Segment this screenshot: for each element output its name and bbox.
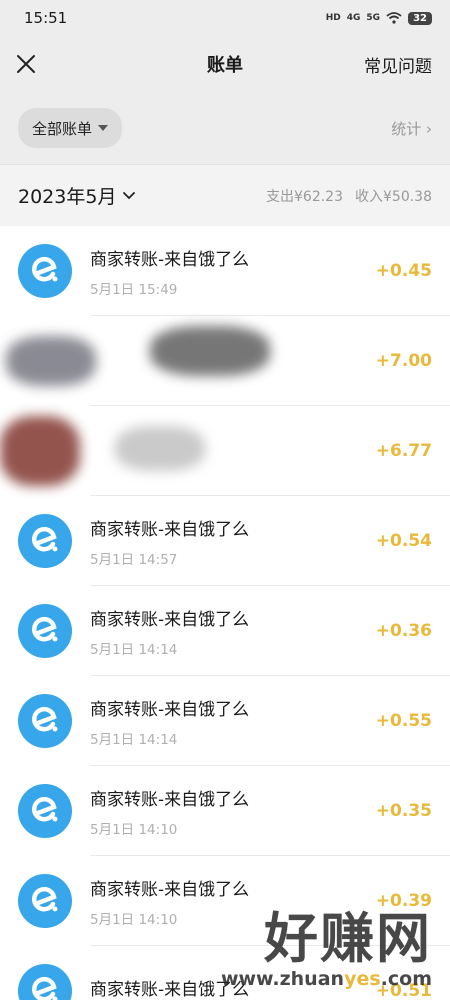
- transaction-amount: +0.35: [375, 801, 432, 821]
- month-bar: 2023年5月 支出¥62.23 收入¥50.38: [0, 164, 450, 226]
- transaction-amount: +0.45: [375, 261, 432, 281]
- redaction-scribble: [6, 336, 96, 386]
- transaction-row[interactable]: 商家转账-来自饿了么 5月1日 15:49 +0.45: [0, 226, 450, 316]
- transaction-row[interactable]: 商家转账-来自饿了么 5月1日 14:14 +0.55: [0, 676, 450, 766]
- transaction-row[interactable]: 商家转账-来自饿了么 5月1日 14:57 +0.54: [0, 496, 450, 586]
- transaction-row[interactable]: 商家转账-来自饿了么 5月1日 14:10 +0.35: [0, 766, 450, 856]
- filter-row: 全部账单 统计 ›: [0, 92, 450, 164]
- bill-filter-dropdown[interactable]: 全部账单: [18, 108, 123, 148]
- transaction-amount: +6.77: [375, 441, 432, 461]
- status-icons: HD 4G 5G 32: [325, 11, 432, 25]
- redaction-scribble: [150, 326, 270, 376]
- income-total: 收入¥50.38: [355, 188, 432, 205]
- nav-bar: 账单 常见问题: [0, 36, 450, 92]
- transaction-row-redacted[interactable]: +6.77: [0, 406, 450, 496]
- eleme-icon: [18, 964, 72, 1000]
- transaction-amount: +7.00: [375, 351, 432, 371]
- month-label: 2023年5月: [18, 186, 117, 208]
- transaction-amount: +0.54: [375, 531, 432, 551]
- transaction-row[interactable]: 商家转账-来自饿了么 5月1日 14:10 +0.39: [0, 856, 450, 946]
- transaction-row[interactable]: 商家转账-来自饿了么 +0.51: [0, 946, 450, 1000]
- status-bar: 15:51 HD 4G 5G 32: [0, 0, 450, 36]
- transaction-amount: +0.36: [375, 621, 432, 641]
- close-button[interactable]: [14, 52, 38, 76]
- month-summary: 支出¥62.23 收入¥50.38: [266, 186, 432, 206]
- eleme-icon: [18, 874, 72, 928]
- signal-4g-icon: 4G: [346, 13, 361, 23]
- close-icon: [17, 55, 35, 73]
- transaction-row-redacted[interactable]: +7.00: [0, 316, 450, 406]
- transaction-row[interactable]: 商家转账-来自饿了么 5月1日 14:14 +0.36: [0, 586, 450, 676]
- transaction-amount: +0.55: [375, 711, 432, 731]
- transaction-list: 商家转账-来自饿了么 5月1日 15:49 +0.45 +7.00 +6.77 商…: [0, 226, 450, 1000]
- eleme-icon: [18, 784, 72, 838]
- chevron-down-icon: [123, 191, 136, 199]
- eleme-icon: [18, 244, 72, 298]
- transaction-amount: +0.39: [375, 891, 432, 911]
- stats-link[interactable]: 统计 ›: [391, 118, 432, 139]
- bill-filter-label: 全部账单: [32, 119, 93, 138]
- wifi-icon: [386, 12, 402, 24]
- status-time: 15:51: [24, 9, 68, 27]
- expense-total: 支出¥62.23: [266, 188, 343, 205]
- eleme-icon: [18, 514, 72, 568]
- caret-down-icon: [98, 125, 109, 131]
- signal-5g-icon: 5G: [366, 13, 381, 23]
- battery-icon: 32: [408, 11, 432, 25]
- eleme-icon: [18, 604, 72, 658]
- eleme-icon: [18, 694, 72, 748]
- redaction-scribble: [0, 416, 80, 486]
- hd-icon: HD: [325, 13, 341, 23]
- faq-button[interactable]: 常见问题: [364, 52, 432, 77]
- month-picker[interactable]: 2023年5月: [18, 182, 136, 209]
- transaction-amount: +0.51: [375, 981, 432, 1000]
- redaction-scribble: [115, 426, 205, 471]
